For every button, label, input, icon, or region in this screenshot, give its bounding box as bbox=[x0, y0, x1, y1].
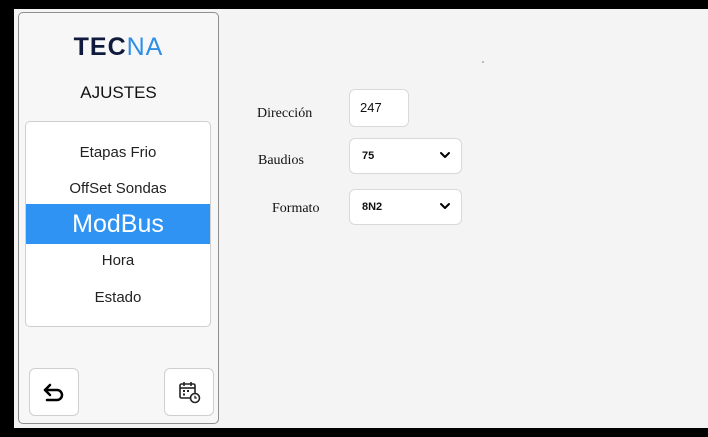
logo-part2: NA bbox=[126, 33, 164, 61]
chevron-down-icon bbox=[440, 203, 450, 209]
formato-value: 8N2 bbox=[362, 201, 383, 213]
menu-item-modbus[interactable]: ModBus bbox=[26, 204, 210, 244]
menu-item-etapas-frio[interactable]: Etapas Frio bbox=[26, 144, 210, 161]
menu-item-hidden-partial[interactable] bbox=[26, 122, 210, 124]
direccion-input[interactable]: 247 bbox=[349, 89, 409, 127]
chevron-down-icon bbox=[440, 152, 450, 158]
back-arrow-icon bbox=[43, 383, 64, 402]
schedule-button[interactable] bbox=[164, 368, 214, 416]
direccion-label: Dirección bbox=[257, 106, 313, 121]
formato-select[interactable]: 8N2 bbox=[349, 189, 462, 225]
menu-item-offset-sondas[interactable]: OffSet Sondas bbox=[26, 180, 210, 197]
baudios-label: Baudios bbox=[258, 153, 304, 168]
menu-item-estado[interactable]: Estado bbox=[26, 289, 210, 306]
back-button[interactable] bbox=[29, 368, 79, 416]
baudios-value: 75 bbox=[362, 150, 375, 162]
logo-part1: TEC bbox=[73, 33, 127, 61]
formato-label: Formato bbox=[272, 201, 320, 216]
menu-item-hora[interactable]: Hora bbox=[26, 252, 210, 269]
screen-dot bbox=[482, 61, 484, 63]
tecna-logo: TECNA bbox=[19, 33, 218, 62]
baudios-select[interactable]: 75 bbox=[349, 138, 462, 174]
direccion-value: 247 bbox=[360, 100, 382, 115]
settings-menu[interactable]: Etapas Frio OffSet Sondas ModBus Hora Es… bbox=[25, 121, 211, 327]
screen: TECNA AJUSTES Etapas Frio OffSet Sondas … bbox=[14, 9, 708, 428]
calendar-clock-icon bbox=[179, 382, 201, 404]
sidebar-title: AJUSTES bbox=[80, 83, 157, 102]
sidebar: TECNA AJUSTES Etapas Frio OffSet Sondas … bbox=[18, 12, 219, 424]
